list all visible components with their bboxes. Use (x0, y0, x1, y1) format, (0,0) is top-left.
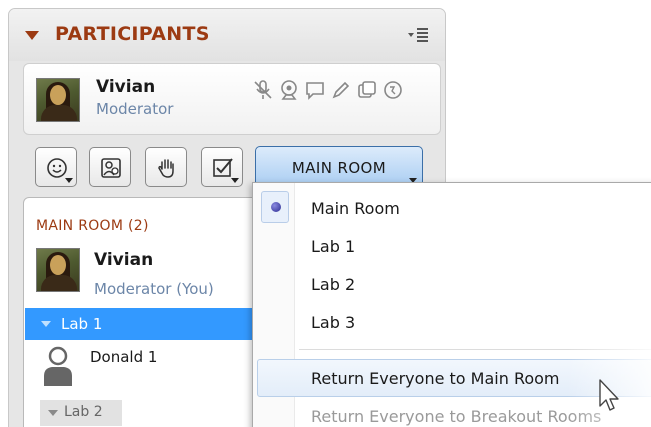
panel-menu-icon[interactable] (407, 25, 429, 45)
poll-button[interactable] (201, 147, 243, 187)
globe-icon[interactable] (382, 79, 404, 101)
collapse-triangle-icon[interactable] (25, 31, 39, 40)
avatar (36, 248, 80, 292)
room-selector-label: MAIN ROOM (291, 159, 387, 177)
webcam-icon[interactable] (278, 79, 300, 101)
collapse-triangle-icon[interactable] (48, 410, 58, 416)
lab-label: Lab 1 (61, 315, 103, 333)
raise-hand-icon (158, 159, 174, 178)
profile-settings-button[interactable] (89, 147, 131, 187)
emoticon-icon (47, 158, 67, 178)
panel-title: PARTICIPANTS (55, 23, 210, 45)
lab-label: Lab 2 (64, 404, 103, 420)
poll-checkbox-icon (213, 158, 233, 177)
emoticon-button[interactable] (35, 147, 77, 187)
menu-item-main-room[interactable]: Main Room (311, 199, 400, 218)
current-user-role: Moderator (96, 100, 174, 118)
lab-row-lab-2[interactable]: Lab 2 (40, 400, 122, 426)
status-icons (252, 76, 404, 104)
list-item-name[interactable]: Vivian (94, 250, 153, 270)
collapse-triangle-icon[interactable] (41, 321, 51, 327)
raise-hand-button[interactable] (145, 147, 187, 187)
chat-icon[interactable] (304, 79, 326, 101)
panel-header: PARTICIPANTS (9, 9, 445, 61)
pencil-icon[interactable] (330, 79, 352, 101)
share-screen-icon[interactable] (356, 79, 378, 101)
current-user-name: Vivian (96, 77, 156, 97)
room-dropdown-menu: Main Room Lab 1 Lab 2 Lab 3 Return Every… (252, 182, 651, 427)
menu-item-return-to-main[interactable]: Return Everyone to Main Room (311, 369, 560, 388)
mouse-cursor-icon (599, 379, 619, 411)
menu-item-lab-2[interactable]: Lab 2 (311, 275, 355, 294)
main-room-heading: MAIN ROOM (2) (36, 218, 149, 234)
menu-item-lab-3[interactable]: Lab 3 (311, 313, 355, 332)
list-item-role: Moderator (You) (94, 280, 214, 298)
microphone-off-icon[interactable] (252, 79, 274, 101)
menu-check-indicator (261, 191, 289, 223)
menu-separator (299, 349, 651, 350)
radio-dot-icon (271, 202, 281, 212)
menu-item-lab-1[interactable]: Lab 1 (311, 237, 355, 256)
avatar (36, 78, 80, 122)
menu-item-return-to-breakout: Return Everyone to Breakout Rooms (311, 407, 602, 426)
current-user-card: Vivian Moderator (23, 63, 441, 135)
profile-settings-icon (101, 158, 121, 178)
person-icon (44, 346, 72, 386)
list-item-name[interactable]: Donald 1 (90, 348, 157, 366)
